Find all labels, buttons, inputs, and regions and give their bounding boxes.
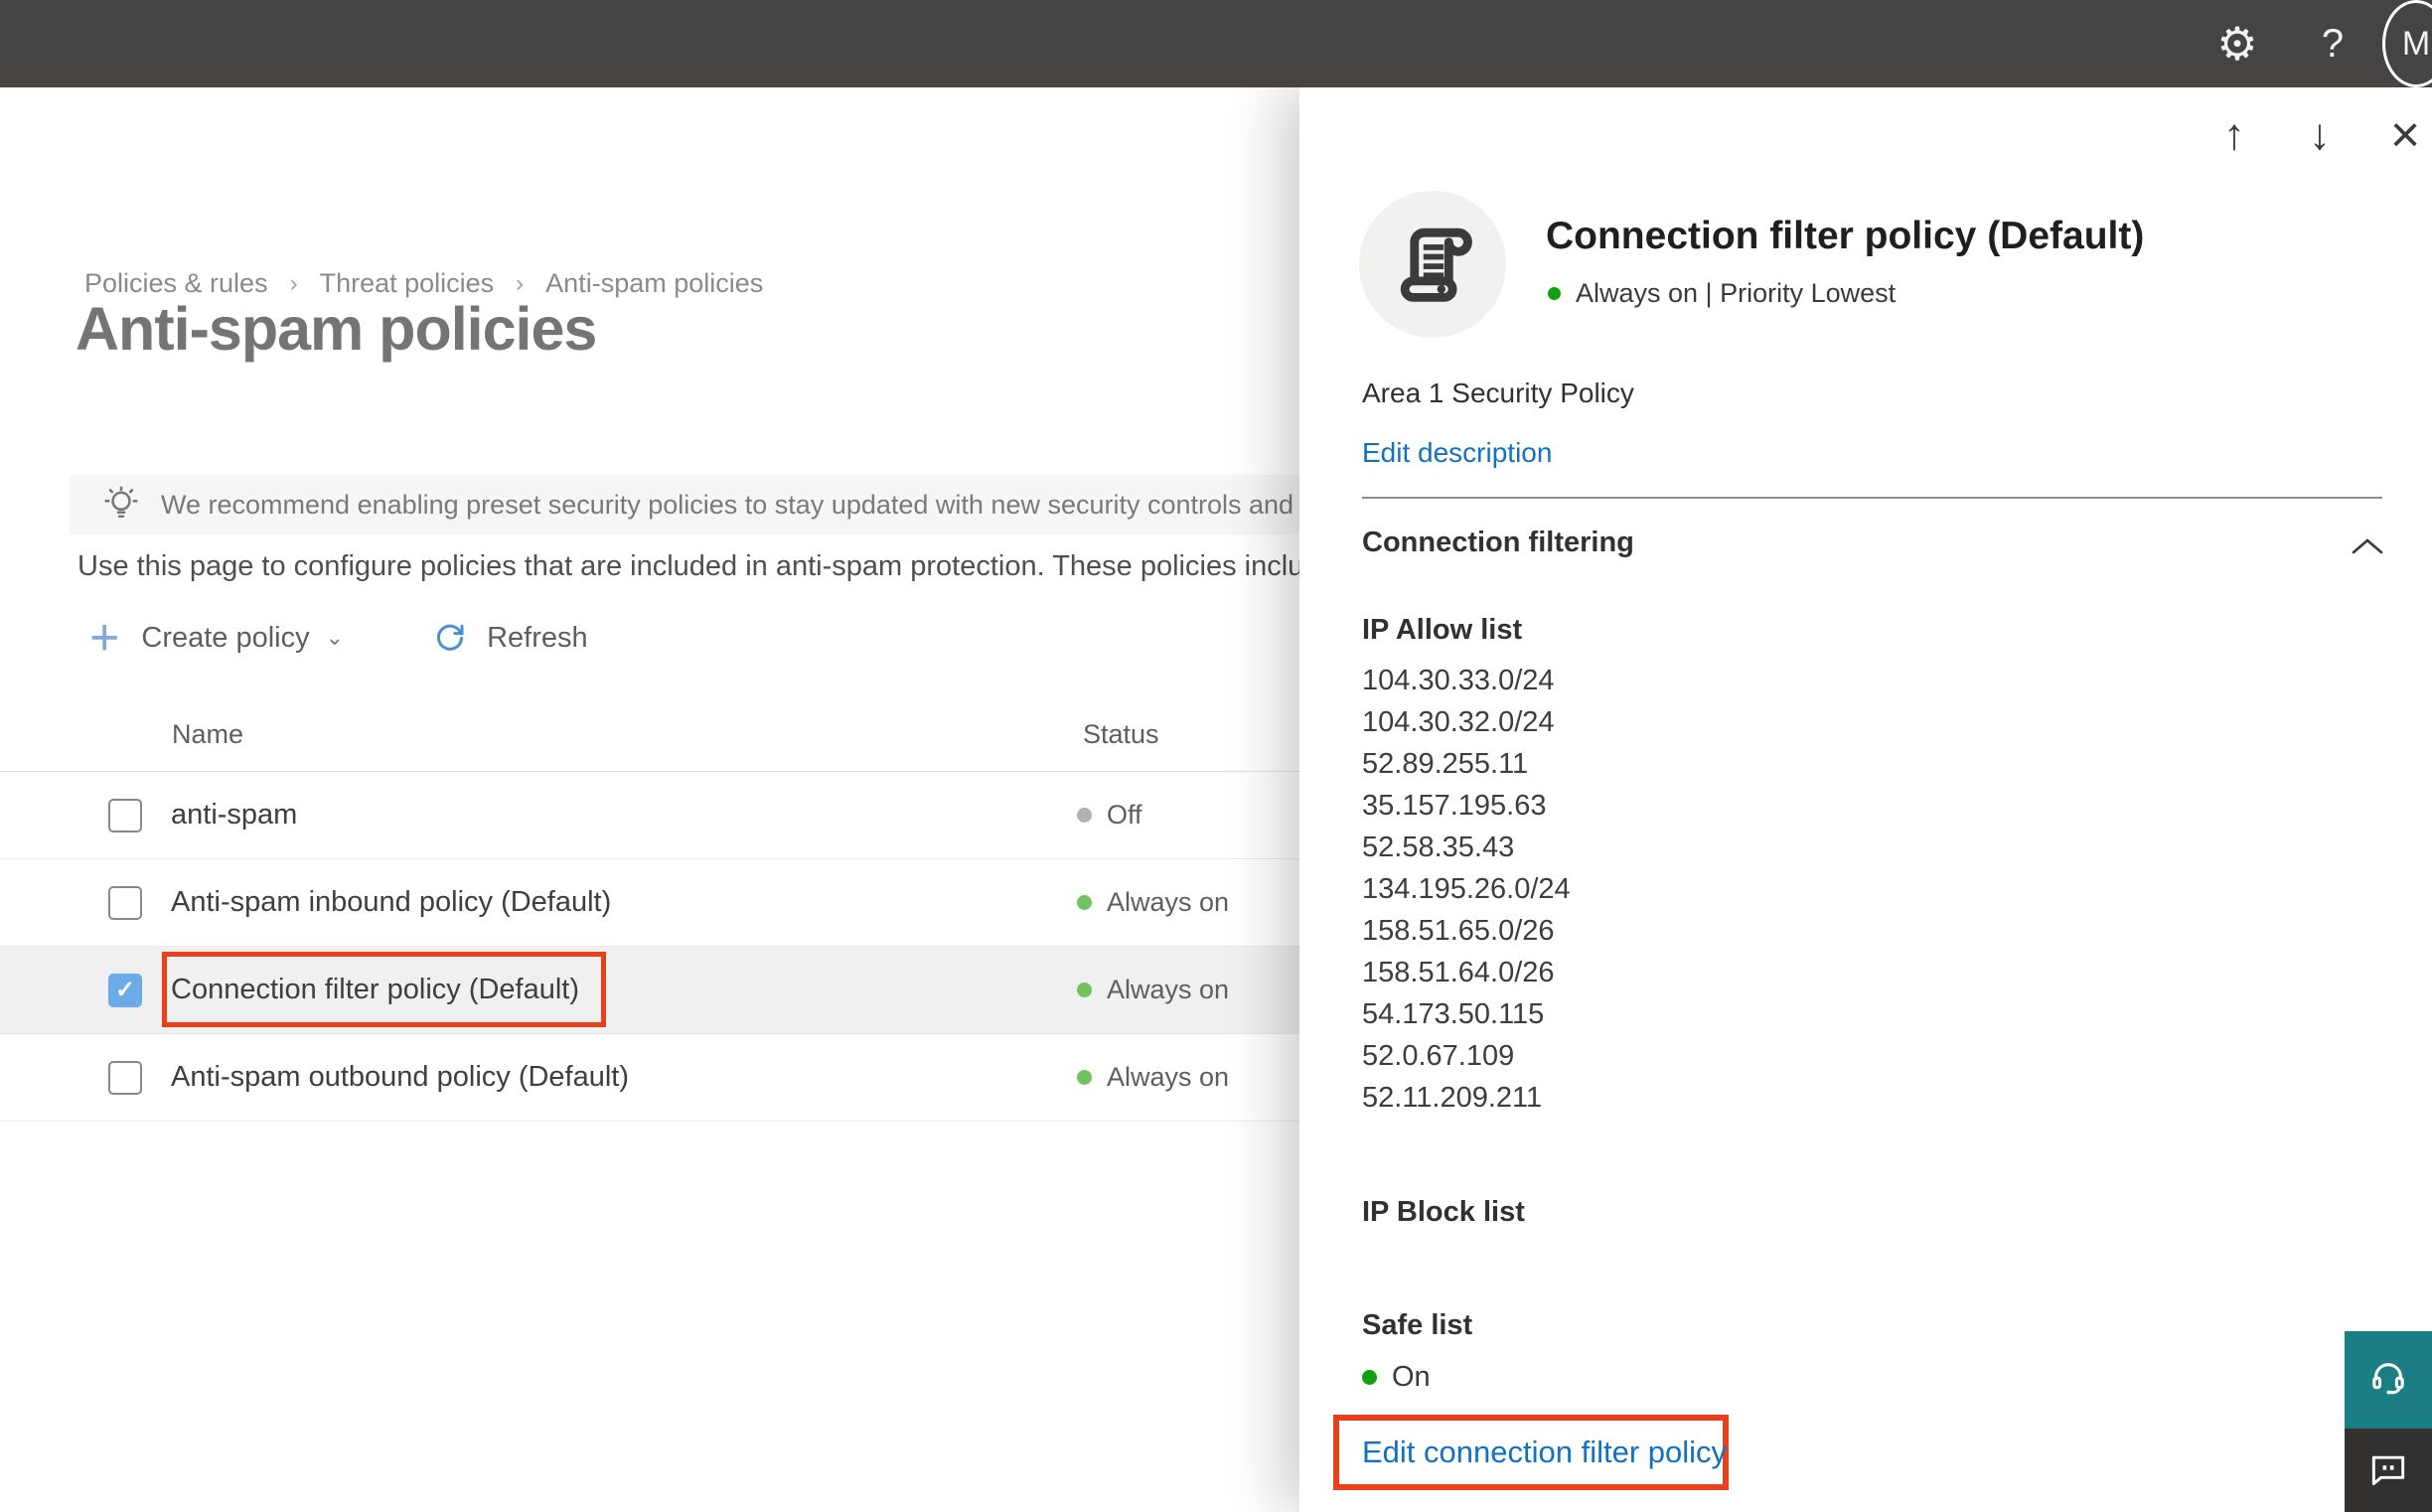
- collapse-chevron-up-icon[interactable]: [2351, 536, 2384, 556]
- ip-allow-item: 52.58.35.43: [1362, 832, 1515, 863]
- support-button[interactable]: [2345, 1331, 2432, 1429]
- ip-allow-item: 158.51.64.0/26: [1362, 957, 1555, 988]
- scroll-icon: [1400, 227, 1472, 302]
- create-policy-button[interactable]: + Create policy ⌄: [89, 612, 344, 664]
- status-text: Always on: [1107, 1062, 1230, 1092]
- status-cell: Always on: [1077, 975, 1229, 1005]
- status-cell: Always on: [1077, 887, 1229, 918]
- top-bar: ⚙ ? M: [0, 0, 2432, 87]
- refresh-button[interactable]: Refresh: [431, 619, 588, 657]
- ip-allow-item: 52.11.209.211: [1362, 1082, 1543, 1114]
- status-dot: [1077, 1070, 1092, 1085]
- ip-allow-item: 54.173.50.115: [1362, 998, 1545, 1030]
- ip-allow-item: 158.51.65.0/26: [1362, 915, 1555, 947]
- create-policy-label: Create policy: [141, 621, 310, 654]
- close-icon[interactable]: ×: [2382, 106, 2428, 164]
- chevron-down-icon: ⌄: [325, 625, 345, 650]
- policy-name[interactable]: Anti-spam outbound policy (Default): [171, 1061, 629, 1094]
- help-icon[interactable]: ?: [2301, 0, 2364, 87]
- flyout-title: Connection filter policy (Default): [1546, 215, 2145, 257]
- chat-bubble-icon: [2371, 1455, 2405, 1486]
- status-dot: [1077, 895, 1092, 910]
- status-text: Always on: [1107, 975, 1230, 1004]
- status-text: Off: [1107, 800, 1142, 830]
- edit-description-link[interactable]: Edit description: [1362, 437, 1552, 469]
- status-dot: [1077, 983, 1092, 997]
- ip-allow-item: 104.30.33.0/24: [1362, 665, 1555, 696]
- ip-allow-item: 52.0.67.109: [1362, 1040, 1515, 1072]
- account-avatar[interactable]: M: [2382, 0, 2432, 87]
- column-header-name[interactable]: Name: [172, 719, 243, 750]
- row-checkbox[interactable]: [108, 1060, 142, 1095]
- previous-item-arrow-up-icon[interactable]: ↑: [2211, 107, 2257, 163]
- command-bar: + Create policy ⌄ Refresh: [89, 608, 588, 668]
- edit-connection-filter-policy-link[interactable]: Edit connection filter policy: [1362, 1435, 1727, 1470]
- next-item-arrow-down-icon[interactable]: ↓: [2297, 107, 2343, 163]
- safe-list-heading: Safe list: [1362, 1309, 1473, 1341]
- flyout-status: Always on | Priority Lowest: [1548, 278, 1896, 309]
- ip-allow-item: 134.195.26.0/24: [1362, 873, 1571, 905]
- policy-name[interactable]: anti-spam: [171, 799, 297, 832]
- flyout-nav: ↑ ↓ ×: [2211, 106, 2428, 164]
- column-header-status[interactable]: Status: [1083, 719, 1159, 750]
- policy-description: Area 1 Security Policy: [1362, 378, 1634, 408]
- connection-filtering-heading: Connection filtering: [1362, 527, 1634, 558]
- ip-allow-list-heading: IP Allow list: [1362, 614, 1523, 646]
- refresh-label: Refresh: [487, 621, 588, 654]
- ip-allow-item: 52.89.255.11: [1362, 748, 1529, 780]
- row-checkbox[interactable]: ✓: [108, 973, 142, 1007]
- page-description: Use this page to configure policies that…: [77, 550, 1336, 582]
- safe-list-status-text: On: [1392, 1361, 1431, 1393]
- policy-details-flyout: ↑ ↓ × Connection filter policy (Default)…: [1299, 87, 2432, 1512]
- feedback-button[interactable]: [2345, 1429, 2432, 1512]
- headset-icon: [2372, 1363, 2404, 1395]
- flyout-status-text: Always on | Priority Lowest: [1576, 278, 1897, 308]
- policy-avatar: [1359, 191, 1506, 338]
- status-dot: [1362, 1370, 1377, 1385]
- refresh-icon: [437, 624, 464, 651]
- status-dot: [1548, 287, 1561, 300]
- page-title: Anti-spam policies: [76, 295, 597, 363]
- ip-allow-item: 35.157.195.63: [1362, 790, 1547, 822]
- ip-block-list-heading: IP Block list: [1362, 1196, 1525, 1228]
- safe-list-status: On: [1362, 1361, 1431, 1394]
- status-cell: Off: [1077, 800, 1142, 831]
- ip-allow-item: 104.30.32.0/24: [1362, 706, 1555, 738]
- lightbulb-icon: [104, 486, 138, 519]
- settings-gear-icon[interactable]: ⚙: [2202, 0, 2273, 87]
- divider: [1362, 497, 2382, 499]
- row-checkbox[interactable]: [108, 798, 142, 832]
- policy-name[interactable]: Anti-spam inbound policy (Default): [171, 886, 611, 919]
- status-text: Always on: [1107, 887, 1230, 917]
- status-dot: [1077, 808, 1092, 823]
- ip-allow-list: 104.30.33.0/24 104.30.32.0/24 52.89.255.11…: [1362, 660, 1571, 1119]
- status-cell: Always on: [1077, 1062, 1229, 1093]
- plus-icon: +: [89, 609, 120, 667]
- policy-name[interactable]: Connection filter policy (Default): [171, 974, 579, 1006]
- row-checkbox[interactable]: [108, 885, 142, 920]
